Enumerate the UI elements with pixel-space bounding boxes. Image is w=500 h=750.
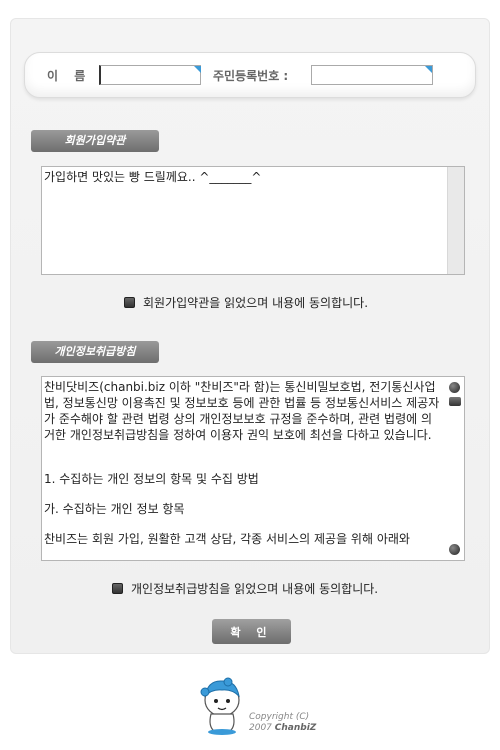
privacy-scrollbar[interactable] xyxy=(448,379,462,559)
terms-text: 가입하면 맛있는 빵 드릴께요.. ^_______^ xyxy=(44,170,262,184)
copyright-brand: ChanbiZ xyxy=(274,723,317,733)
identity-row: 이 름 : 주민등록번호 : xyxy=(24,52,476,98)
input-corner-icon xyxy=(425,66,432,73)
terms-scrollbar[interactable] xyxy=(447,167,464,274)
scroll-down-icon[interactable] xyxy=(449,544,460,555)
mascot-logo xyxy=(200,677,240,735)
jumin-label: 주민등록번호 : xyxy=(213,69,289,83)
terms-textarea[interactable]: 가입하면 맛있는 빵 드릴께요.. ^_______^ xyxy=(41,166,465,275)
terms-agree-label: 회원가입약관을 읽었으며 내용에 동의합니다. xyxy=(143,296,369,310)
copyright-line-2: 2007 ChanbiZ xyxy=(249,723,316,734)
copyright: Copyright (C) 2007 ChanbiZ xyxy=(249,712,316,734)
jumin-input[interactable] xyxy=(311,65,433,85)
privacy-section-title: 개인정보취급방침 xyxy=(31,341,159,363)
privacy-paragraph: 찬비즈는 회원 가입, 원활한 고객 상담, 각종 서비스의 제공을 위해 아래… xyxy=(44,532,410,546)
scroll-thumb[interactable] xyxy=(449,397,461,406)
confirm-button[interactable]: 확 인 xyxy=(212,619,291,644)
input-corner-icon xyxy=(194,66,201,73)
privacy-paragraph: 찬비닷비즈(chanbi.biz 이하 "찬비즈"라 함)는 통신비밀보호법, … xyxy=(44,380,440,442)
privacy-agree-checkbox[interactable] xyxy=(112,583,123,594)
privacy-paragraph: 가. 수집하는 개인 정보 항목 xyxy=(44,502,185,516)
privacy-agree-label: 개인정보취급방침을 읽었으며 내용에 동의합니다. xyxy=(131,582,379,596)
terms-agree-checkbox[interactable] xyxy=(124,297,135,308)
terms-agree-row[interactable]: 회원가입약관을 읽었으며 내용에 동의합니다. xyxy=(124,294,368,311)
copyright-line: Copyright (C) xyxy=(249,712,310,722)
name-input[interactable] xyxy=(99,65,201,85)
privacy-agree-row[interactable]: 개인정보취급방침을 읽었으며 내용에 동의합니다. xyxy=(112,580,378,597)
privacy-paragraph: 1. 수집하는 개인 정보의 항목 및 수집 방법 xyxy=(44,472,259,486)
copyright-year: 2007 xyxy=(249,723,272,733)
terms-section-title: 회원가입약관 xyxy=(31,130,159,152)
scroll-up-icon[interactable] xyxy=(449,382,460,393)
privacy-textarea[interactable]: 찬비닷비즈(chanbi.biz 이하 "찬비즈"라 함)는 통신비밀보호법, … xyxy=(41,376,465,561)
